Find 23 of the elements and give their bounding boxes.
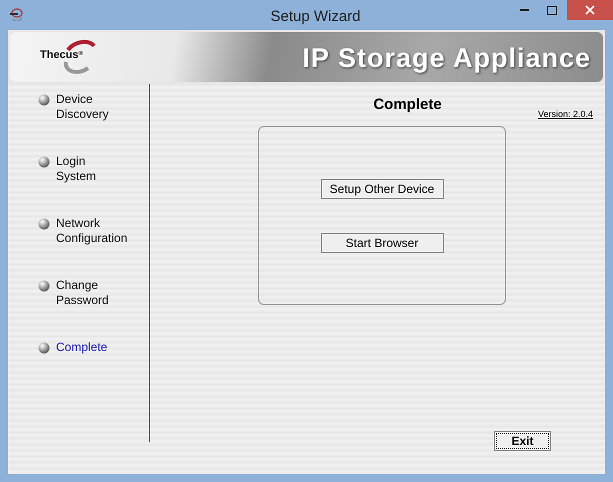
step-item: Complete <box>56 340 108 355</box>
bullet-icon <box>38 342 50 354</box>
app-icon <box>9 7 23 21</box>
version-link[interactable]: Version: 2.0.4 <box>538 108 593 122</box>
step-item: Change Password <box>56 278 110 308</box>
maximize-icon <box>546 6 556 14</box>
page-title: Complete <box>372 95 442 115</box>
action-button[interactable]: Setup Other Device <box>320 178 444 198</box>
logo-text: Thecus$^{®}$ <box>40 48 83 63</box>
window-title: Setup Wizard <box>269 7 362 27</box>
minimize-icon <box>520 9 529 11</box>
bullet-icon <box>38 156 50 168</box>
banner-title: IP Storage Appliance <box>302 42 591 75</box>
bullet-icon <box>38 94 50 106</box>
close-icon <box>585 5 595 15</box>
exit-button[interactable]: Exit <box>494 431 551 451</box>
step-item: Network Configuration <box>56 216 128 246</box>
close-button[interactable] <box>567 0 613 20</box>
step-item: Login System <box>56 154 98 184</box>
step-item: Device Discovery <box>56 92 110 122</box>
bullet-icon <box>38 280 50 292</box>
bullet-icon <box>38 218 50 230</box>
action-button[interactable]: Start Browser <box>320 232 444 252</box>
